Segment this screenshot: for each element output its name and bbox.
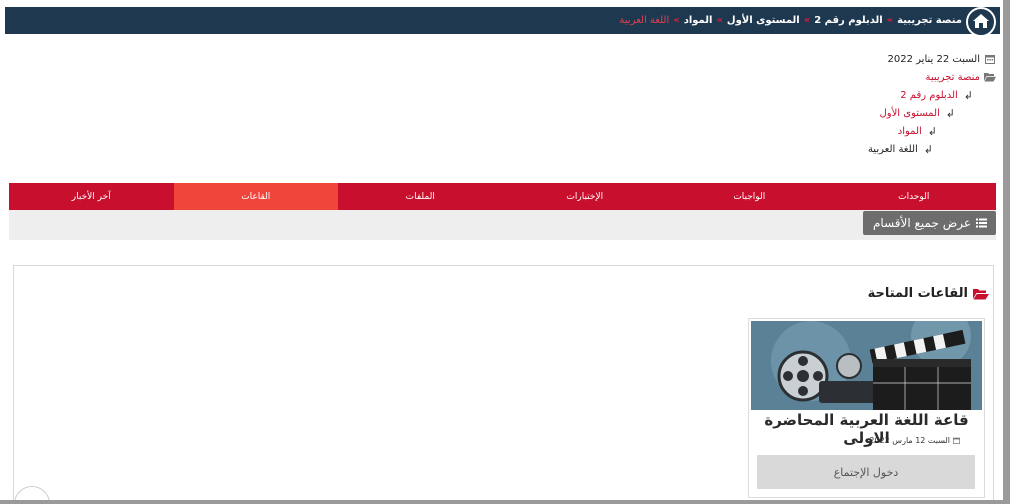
tree-branch-icon: ↲	[945, 106, 955, 120]
tree-item[interactable]: ↲ المستوى الأول	[868, 104, 955, 122]
tab-exams[interactable]: الإختبارات	[503, 183, 668, 210]
double-chevron-icon: »	[673, 15, 680, 26]
course-tabs: الوحدات الواجبات الإختبارات الملفات القا…	[9, 183, 996, 210]
tree-branch-icon: ↲	[923, 142, 933, 156]
rooms-panel: القاعات المتاحة قاعة اللغة العربية المحا…	[13, 265, 994, 500]
double-chevron-icon: »	[803, 15, 811, 26]
tree-item[interactable]: ↲ المواد	[868, 122, 937, 140]
room-card: قاعة اللغة العربية المحاضرة الاولى السبت…	[748, 318, 985, 498]
tree-root[interactable]: منصة تجريبية	[868, 68, 997, 86]
current-date: السبت 22 يناير 2022	[887, 53, 980, 65]
breadcrumb-item[interactable]: » الدبلوم رقم 2	[814, 15, 897, 26]
room-thumbnail	[751, 321, 982, 410]
breadcrumb-item[interactable]: منصة تجريبية	[897, 15, 962, 26]
tree-branch-icon: ↲	[963, 88, 973, 102]
tree-branch-icon: ↲	[927, 124, 937, 138]
breadcrumb-item-current: » اللغة العربية	[619, 15, 680, 26]
list-icon	[976, 218, 987, 228]
tab-news[interactable]: آخر الأخبار	[9, 183, 174, 210]
chevron-up-icon	[25, 493, 39, 500]
panel-title: القاعات المتاحة	[868, 286, 989, 301]
home-button[interactable]	[966, 7, 996, 37]
calendar-icon	[953, 437, 960, 444]
double-chevron-icon: »	[716, 15, 723, 26]
breadcrumb-bar: منصة تجريبية » الدبلوم رقم 2 » المستوى الأ…	[5, 7, 1000, 37]
tab-units[interactable]: الوحدات	[832, 183, 997, 210]
home-icon	[973, 13, 989, 31]
tree-item-current: ↲ اللغة العربية	[867, 142, 933, 156]
section-toolbar: عرض جميع الأقسام	[9, 210, 996, 240]
double-chevron-icon: »	[886, 15, 894, 26]
breadcrumb-item[interactable]: » المواد	[684, 15, 727, 26]
page-frame: منصة تجريبية » الدبلوم رقم 2 » المستوى الأ…	[0, 0, 1003, 500]
calendar-icon	[983, 54, 997, 64]
date-row: السبت 22 يناير 2022	[868, 50, 997, 68]
course-info: السبت 22 يناير 2022 منصة تجريبية ↲ الدبل…	[868, 50, 997, 158]
tab-assignments[interactable]: الواجبات	[667, 183, 832, 210]
breadcrumb-item[interactable]: » المستوى الأول	[727, 15, 814, 26]
folder-open-icon	[973, 288, 989, 300]
tab-files[interactable]: الملفات	[338, 183, 503, 210]
join-meeting-button[interactable]: دخول الإجتماع	[757, 455, 975, 489]
room-date: السبت 12 مارس 2022	[869, 436, 960, 445]
tree-item[interactable]: ↲ الدبلوم رقم 2	[868, 86, 973, 104]
tab-rooms[interactable]: القاعات	[173, 183, 338, 210]
folder-open-icon	[983, 72, 997, 82]
show-all-sections-button[interactable]: عرض جميع الأقسام	[863, 211, 996, 235]
